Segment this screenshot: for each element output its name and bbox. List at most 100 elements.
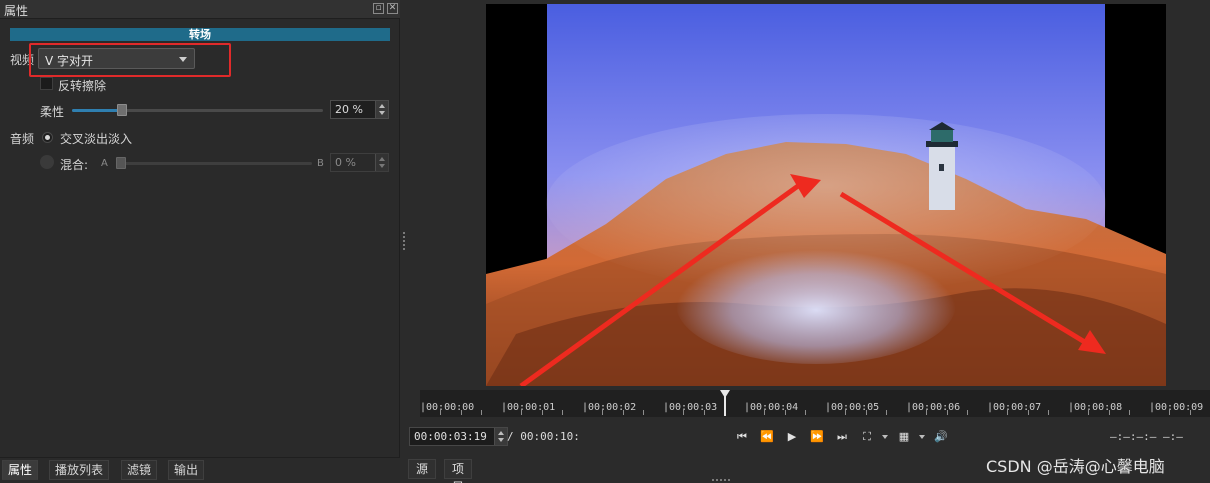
position-spin-buttons[interactable] xyxy=(494,428,507,445)
properties-panel: 属性 ▫ ✕ 转场 视频 V 字对开 反转擦除 柔性 20 % 音频 交叉淡出淡… xyxy=(0,0,400,483)
panel-titlebar: 属性 ▫ ✕ xyxy=(0,0,400,19)
tab-filters[interactable]: 滤镜 xyxy=(121,460,158,480)
annotation-highlight-box xyxy=(29,43,231,77)
ruler-minor-tick xyxy=(562,410,563,415)
ruler-minor-tick xyxy=(643,410,644,415)
zoom-dropdown-caret[interactable] xyxy=(882,435,888,439)
ruler-minor-tick xyxy=(1028,410,1029,415)
arrow-up-icon[interactable] xyxy=(498,431,504,435)
mix-slider[interactable] xyxy=(116,162,312,165)
arrow-up-icon[interactable] xyxy=(379,104,385,108)
softness-spin-buttons[interactable] xyxy=(375,101,388,118)
fast-forward-icon[interactable]: ⏩ xyxy=(808,429,826,445)
ruler-minor-tick xyxy=(440,410,441,415)
ruler-minor-tick xyxy=(866,410,867,415)
ruler-minor-tick xyxy=(683,410,684,415)
ruler-minor-tick xyxy=(947,410,948,415)
ruler-minor-tick xyxy=(886,410,887,415)
splitter-grip[interactable] xyxy=(403,232,405,250)
ruler-minor-tick xyxy=(1109,410,1110,415)
video-preview xyxy=(486,4,1166,386)
softness-spinbox[interactable]: 20 % xyxy=(330,100,389,119)
mix-value: 0 % xyxy=(335,156,356,169)
tab-playlist[interactable]: 播放列表 xyxy=(49,460,110,480)
position-value: 00:00:03:19 xyxy=(414,430,487,443)
zoom-icon[interactable]: ⛶ xyxy=(858,429,876,445)
panel-title: 属性 xyxy=(4,4,29,18)
ruler-label: |00:00:01 xyxy=(501,402,556,413)
timeline-ruler[interactable]: |00:00:00 |00:00:01 |00:00:02 |00:00:03 |00:… xyxy=(420,390,1210,417)
position-timecode[interactable]: 00:00:03:19 xyxy=(409,427,508,446)
ruler-minor-tick xyxy=(1169,410,1170,415)
mix-slider-handle[interactable] xyxy=(116,157,126,169)
ruler-minor-tick xyxy=(1088,410,1089,415)
audio-label: 音频 xyxy=(10,132,35,146)
watermark: CSDN @岳涛@心馨电脑 xyxy=(986,457,1165,476)
rewind-icon[interactable]: ⏪ xyxy=(758,429,776,445)
ruler-minor-tick xyxy=(602,410,603,415)
volume-icon[interactable]: 🔊 xyxy=(932,429,950,445)
ruler-minor-tick xyxy=(542,410,543,415)
ruler-minor-tick xyxy=(704,410,705,415)
playhead-line[interactable] xyxy=(724,396,726,416)
ruler-label: |00:00:08 xyxy=(1068,402,1123,413)
mix-label: 混合: xyxy=(60,158,89,172)
tab-properties[interactable]: 属性 xyxy=(2,460,39,480)
mix-radio[interactable] xyxy=(40,155,54,169)
preview-frame xyxy=(486,4,1166,386)
softness-label: 柔性 xyxy=(40,105,65,119)
ruler-minor-tick xyxy=(1007,410,1008,415)
ruler-minor-tick xyxy=(845,410,846,415)
reverse-wipe-label: 反转擦除 xyxy=(58,79,107,93)
mix-a-label: A xyxy=(101,158,108,169)
ruler-label: |00:00:06 xyxy=(906,402,961,413)
ruler-label: |00:00:09 xyxy=(1149,402,1204,413)
ruler-label: |00:00:03 xyxy=(663,402,718,413)
tab-project[interactable]: 项目 xyxy=(444,459,473,483)
ruler-minor-tick xyxy=(461,410,462,415)
softness-slider[interactable] xyxy=(72,109,323,112)
ruler-minor-tick xyxy=(805,410,806,415)
arrow-down-icon[interactable] xyxy=(379,111,385,115)
grid-dropdown-caret[interactable] xyxy=(919,435,925,439)
arrow-down-icon[interactable] xyxy=(379,164,385,168)
ruler-minor-tick xyxy=(1048,410,1049,415)
skip-to-start-icon[interactable]: ⏮ xyxy=(733,429,751,445)
ruler-minor-tick xyxy=(785,410,786,415)
reverse-wipe-checkbox[interactable] xyxy=(40,77,53,90)
resize-grip[interactable] xyxy=(712,479,732,481)
tab-export[interactable]: 输出 xyxy=(168,460,205,480)
ruler-minor-tick xyxy=(623,410,624,415)
playhead[interactable] xyxy=(720,390,730,398)
ruler-label: |00:00:02 xyxy=(582,402,637,413)
tab-source[interactable]: 源 xyxy=(408,459,437,479)
ruler-label: |00:00:04 xyxy=(744,402,799,413)
ruler-minor-tick xyxy=(1129,410,1130,415)
skip-to-end-icon[interactable]: ⏭ xyxy=(833,429,851,445)
duration-text: / 00:00:10: xyxy=(507,430,580,443)
left-bottom-tabs: 属性 播放列表 滤镜 输出 xyxy=(0,457,400,483)
softness-slider-handle[interactable] xyxy=(117,104,127,116)
ruler-minor-tick xyxy=(521,410,522,415)
ruler-label: |00:00:07 xyxy=(987,402,1042,413)
arrow-up-icon[interactable] xyxy=(379,157,385,161)
float-icon[interactable]: ▫ xyxy=(373,3,384,14)
ruler-label: |00:00:05 xyxy=(825,402,880,413)
grid-icon[interactable]: ▦ xyxy=(895,429,913,445)
ruler-minor-tick xyxy=(764,410,765,415)
radio-selected-dot xyxy=(45,135,50,140)
crossfade-label: 交叉淡出淡入 xyxy=(60,132,133,146)
transition-section-title: 转场 xyxy=(10,28,390,41)
crossfade-radio[interactable] xyxy=(42,132,53,143)
close-icon[interactable]: ✕ xyxy=(387,3,398,14)
mix-spin-buttons[interactable] xyxy=(375,154,388,171)
ruler-minor-tick xyxy=(967,410,968,415)
softness-slider-fill xyxy=(72,109,122,112)
mix-spinbox[interactable]: 0 % xyxy=(330,153,389,172)
arrow-down-icon[interactable] xyxy=(498,438,504,442)
softness-value: 20 % xyxy=(335,103,363,116)
app-window: 属性 ▫ ✕ 转场 视频 V 字对开 反转擦除 柔性 20 % 音频 交叉淡出淡… xyxy=(0,0,1210,483)
in-out-timecode: —:—:—:— —:— xyxy=(1110,430,1183,443)
ruler-minor-tick xyxy=(926,410,927,415)
play-icon[interactable]: ▶ xyxy=(783,429,801,445)
